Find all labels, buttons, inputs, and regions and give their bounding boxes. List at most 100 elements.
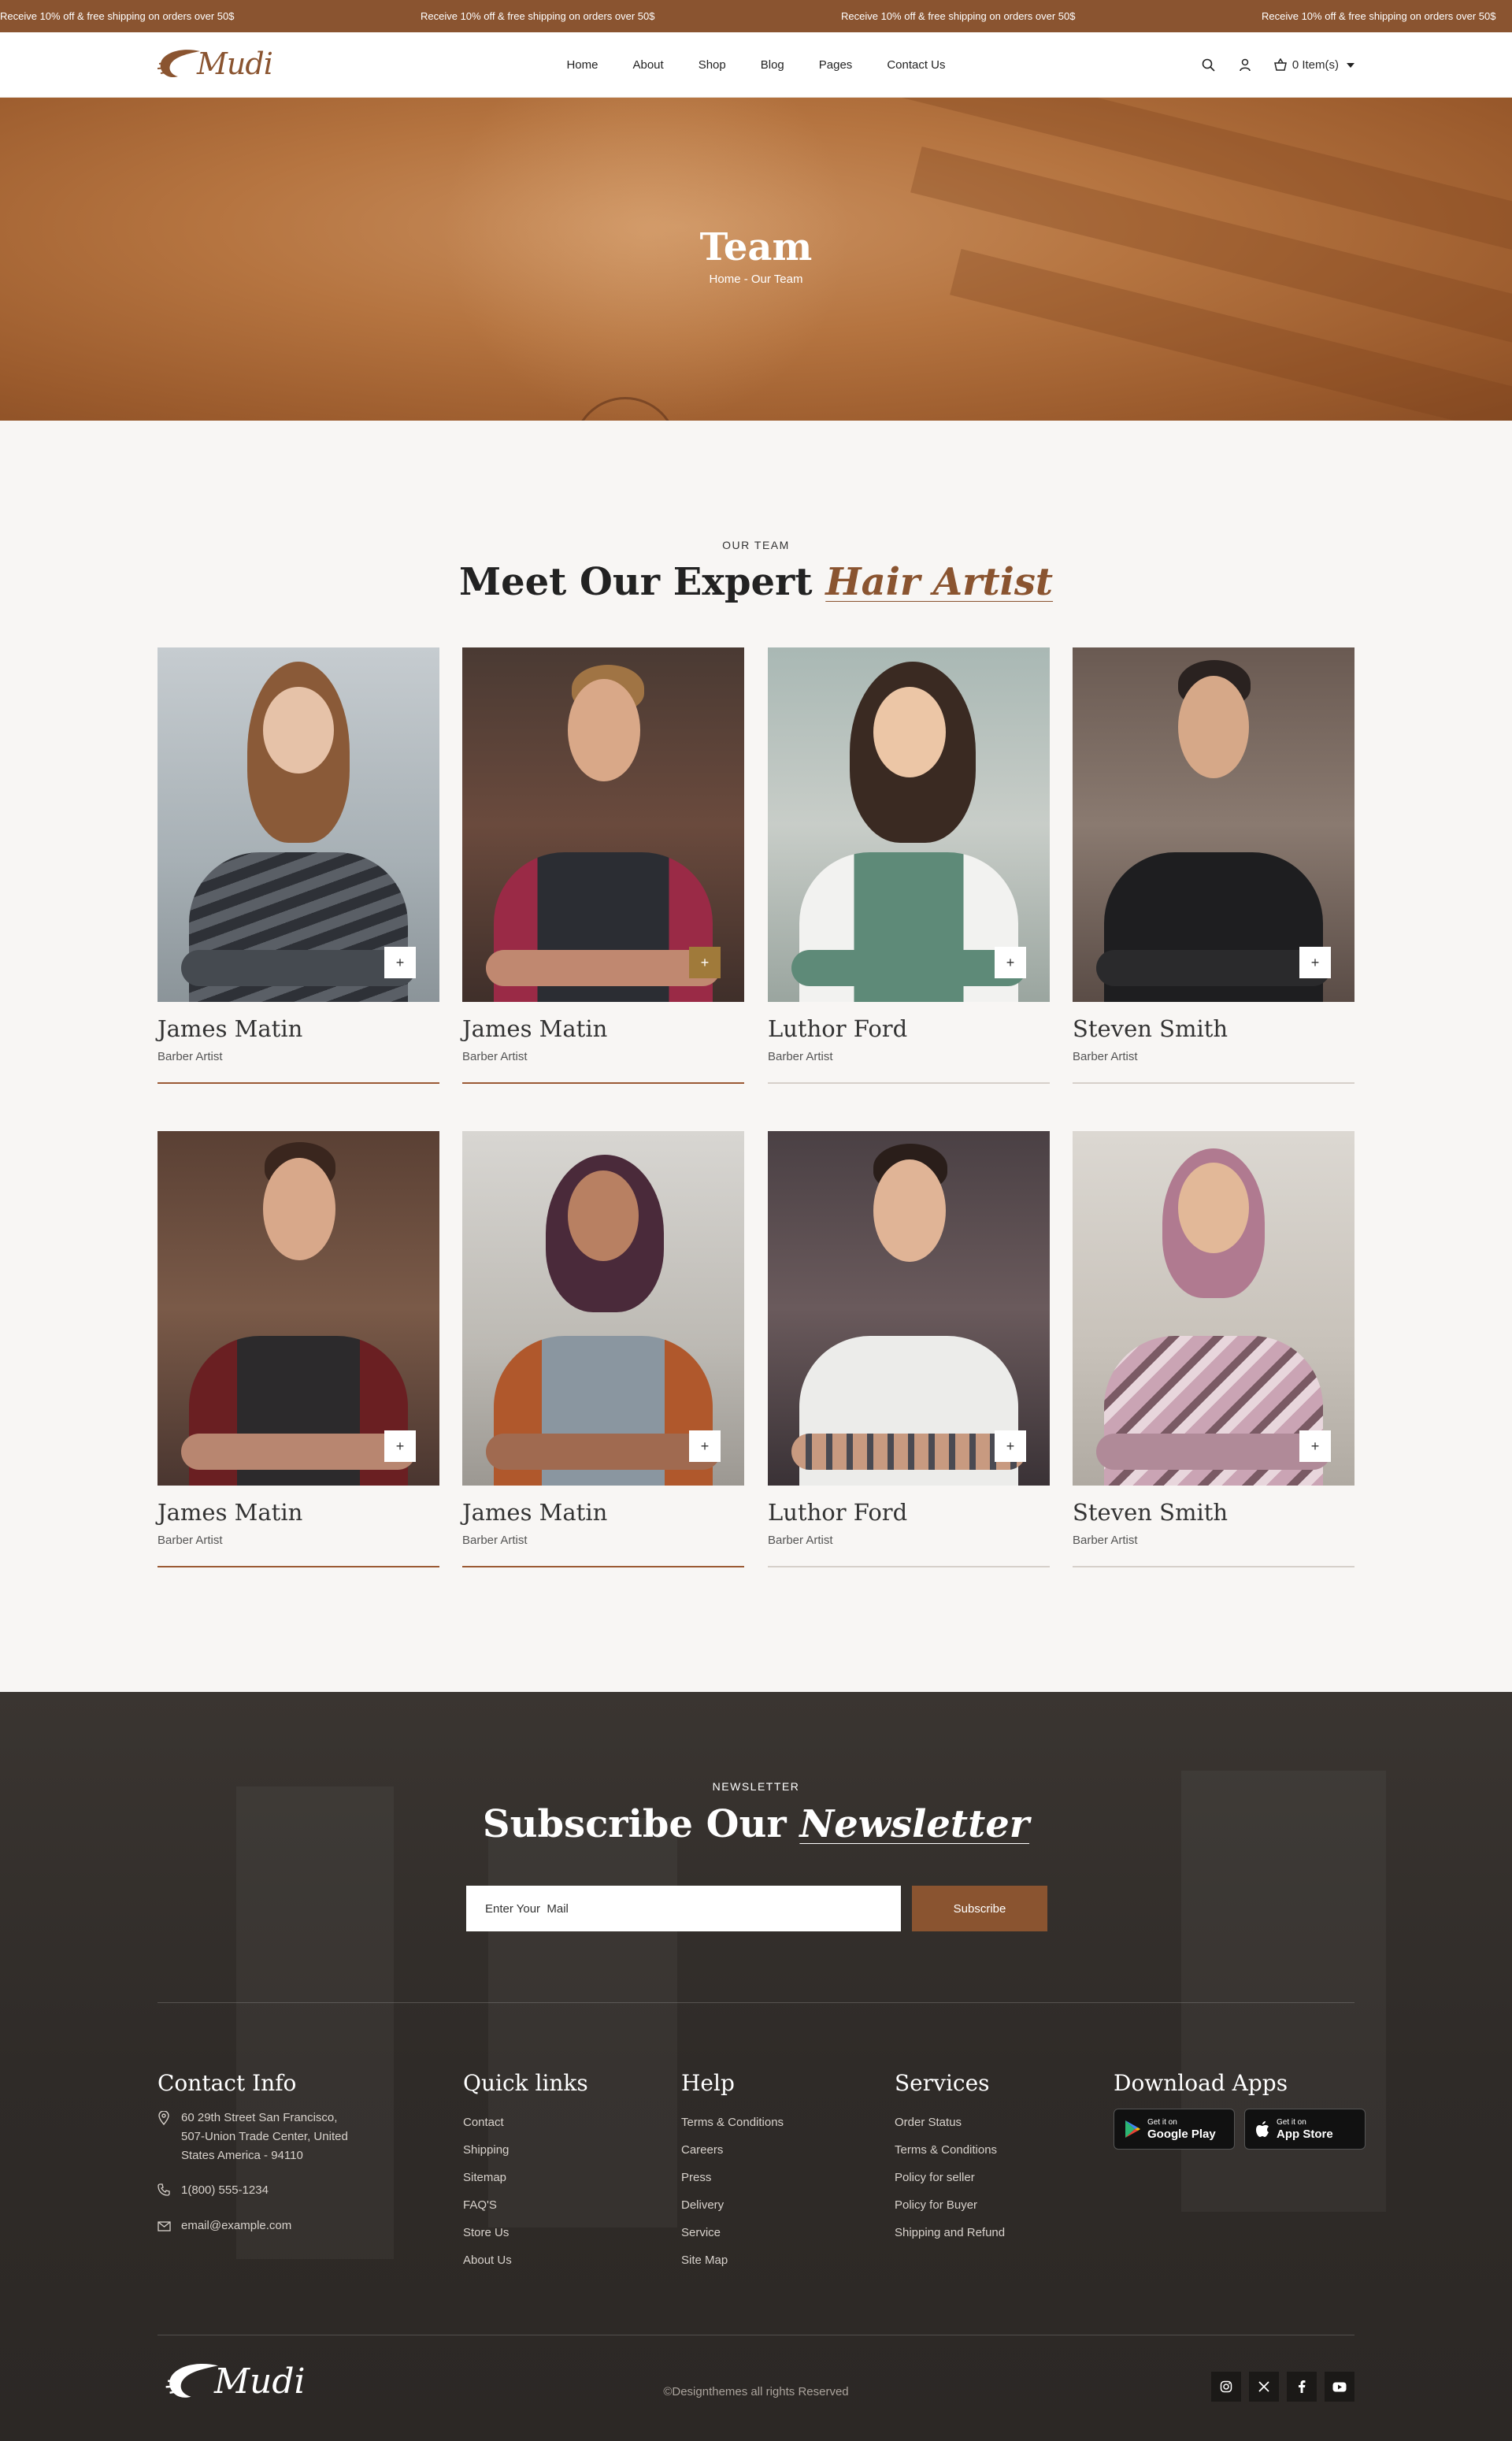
team-member-photo: + bbox=[768, 1131, 1050, 1486]
newsletter-title: Subscribe Our Newsletter bbox=[0, 1802, 1512, 1846]
google-play-badge[interactable]: Get it on Google Play bbox=[1114, 2109, 1235, 2150]
team-member-photo: + bbox=[768, 647, 1050, 1002]
team-more-button[interactable]: + bbox=[384, 1430, 416, 1462]
nav-home[interactable]: Home bbox=[566, 58, 598, 72]
footer-heading: Download Apps bbox=[1114, 2070, 1288, 2096]
nav-blog[interactable]: Blog bbox=[761, 58, 784, 72]
announcement-text: Receive 10% off & free shipping on order… bbox=[0, 10, 235, 22]
team-card[interactable]: + James Matin Barber Artist bbox=[462, 1131, 744, 1567]
newsletter-title-main: Subscribe Our bbox=[482, 1802, 787, 1846]
location-pin-icon bbox=[158, 2109, 172, 2165]
nav-contact-us[interactable]: Contact Us bbox=[887, 58, 945, 72]
badge-small-text: Get it on bbox=[1277, 2117, 1306, 2127]
footer-link-about-us[interactable]: About Us bbox=[463, 2246, 588, 2274]
team-member-role: Barber Artist bbox=[768, 1050, 833, 1063]
instagram-icon[interactable] bbox=[1211, 2372, 1241, 2402]
search-icon[interactable] bbox=[1201, 58, 1217, 73]
site-header: Mudi Home About Shop Blog Pages Contact … bbox=[0, 32, 1512, 98]
team-more-button[interactable]: + bbox=[689, 947, 721, 978]
team-more-button[interactable]: + bbox=[689, 1430, 721, 1462]
contact-phone[interactable]: 1(800) 555-1234 bbox=[158, 2181, 417, 2202]
team-member-role: Barber Artist bbox=[768, 1534, 833, 1547]
team-more-button[interactable]: + bbox=[1299, 1430, 1331, 1462]
team-card[interactable]: + James Matin Barber Artist bbox=[158, 1131, 439, 1567]
announcement-text: Receive 10% off & free shipping on order… bbox=[841, 10, 1076, 22]
card-divider bbox=[1073, 1082, 1354, 1084]
footer-link-delivery[interactable]: Delivery bbox=[681, 2191, 784, 2219]
team-card[interactable]: + James Matin Barber Artist bbox=[158, 647, 439, 1084]
phone-icon bbox=[158, 2181, 172, 2202]
chevron-down-icon bbox=[1347, 62, 1354, 68]
footer-link-store-us[interactable]: Store Us bbox=[463, 2219, 588, 2246]
team-member-name: James Matin bbox=[158, 1499, 303, 1526]
cart-button[interactable]: 0 Item(s) bbox=[1273, 58, 1354, 72]
announcement-bar: Receive 10% off & free shipping on order… bbox=[0, 0, 1512, 32]
team-card[interactable]: + Luthor Ford Barber Artist bbox=[768, 1131, 1050, 1567]
footer-link-order-status[interactable]: Order Status bbox=[895, 2109, 1005, 2136]
team-card[interactable]: + James Matin Barber Artist bbox=[462, 647, 744, 1084]
footer-link-shipping[interactable]: Shipping bbox=[463, 2136, 588, 2164]
newsletter-email-input[interactable] bbox=[466, 1886, 901, 1931]
team-member-name: James Matin bbox=[158, 1015, 303, 1042]
team-card[interactable]: + Steven Smith Barber Artist bbox=[1073, 647, 1354, 1084]
team-more-button[interactable]: + bbox=[995, 1430, 1026, 1462]
team-more-button[interactable]: + bbox=[1299, 947, 1331, 978]
subscribe-button[interactable]: Subscribe bbox=[912, 1886, 1047, 1931]
card-divider bbox=[158, 1566, 439, 1567]
badge-big-text: App Store bbox=[1277, 2127, 1333, 2141]
facebook-icon[interactable] bbox=[1287, 2372, 1317, 2402]
team-member-photo: + bbox=[1073, 647, 1354, 1002]
nav-shop[interactable]: Shop bbox=[699, 58, 726, 72]
card-divider bbox=[1073, 1566, 1354, 1567]
user-icon[interactable] bbox=[1237, 58, 1253, 73]
mail-icon bbox=[158, 2217, 172, 2238]
card-divider bbox=[158, 1082, 439, 1084]
footer-link-faqs[interactable]: FAQ'S bbox=[463, 2191, 588, 2219]
team-card[interactable]: + Luthor Ford Barber Artist bbox=[768, 647, 1050, 1084]
section-eyebrow: OUR TEAM bbox=[722, 539, 790, 551]
social-links bbox=[1211, 2372, 1354, 2402]
footer-link-terms[interactable]: Terms & Conditions bbox=[895, 2136, 1005, 2164]
team-section: OUR TEAM Meet Our Expert Hair Artist + J… bbox=[0, 421, 1512, 1692]
team-more-button[interactable]: + bbox=[384, 947, 416, 978]
x-icon[interactable] bbox=[1249, 2372, 1279, 2402]
contact-email[interactable]: email@example.com bbox=[158, 2217, 417, 2238]
team-card[interactable]: + Steven Smith Barber Artist bbox=[1073, 1131, 1354, 1567]
team-member-name: Luthor Ford bbox=[768, 1499, 908, 1526]
footer-quick-links-column: Quick links Contact Shipping Sitemap FAQ… bbox=[463, 2070, 588, 2274]
footer-heading: Quick links bbox=[463, 2070, 588, 2096]
badge-small-text: Get it on bbox=[1147, 2117, 1177, 2127]
section-title-main: Meet Our Expert bbox=[458, 560, 813, 604]
apple-icon bbox=[1256, 2121, 1269, 2137]
header-tools: 0 Item(s) bbox=[1201, 32, 1354, 98]
nav-about[interactable]: About bbox=[632, 58, 663, 72]
app-store-badge[interactable]: Get it on App Store bbox=[1244, 2109, 1366, 2150]
team-member-role: Barber Artist bbox=[1073, 1050, 1138, 1063]
footer-link-shipping-refund[interactable]: Shipping and Refund bbox=[895, 2219, 1005, 2246]
footer-link-buyer-policy[interactable]: Policy for Buyer bbox=[895, 2191, 1005, 2219]
footer-link-terms[interactable]: Terms & Conditions bbox=[681, 2109, 784, 2136]
announcement-text: Receive 10% off & free shipping on order… bbox=[421, 10, 655, 22]
footer-link-service[interactable]: Service bbox=[681, 2219, 784, 2246]
nav-pages[interactable]: Pages bbox=[819, 58, 853, 72]
footer-link-contact[interactable]: Contact bbox=[463, 2109, 588, 2136]
team-more-button[interactable]: + bbox=[995, 947, 1026, 978]
email-address: email@example.com bbox=[181, 2219, 292, 2232]
footer-heading: Help bbox=[681, 2070, 735, 2096]
team-member-name: James Matin bbox=[462, 1499, 608, 1526]
card-divider bbox=[768, 1082, 1050, 1084]
section-title-accent: Hair Artist bbox=[825, 560, 1054, 604]
team-member-role: Barber Artist bbox=[462, 1534, 528, 1547]
footer-link-press[interactable]: Press bbox=[681, 2164, 784, 2191]
footer-link-careers[interactable]: Careers bbox=[681, 2136, 784, 2164]
footer-link-sitemap[interactable]: Sitemap bbox=[463, 2164, 588, 2191]
card-divider bbox=[462, 1082, 744, 1084]
youtube-icon[interactable] bbox=[1325, 2372, 1354, 2402]
google-play-icon bbox=[1125, 2120, 1140, 2138]
site-footer: NEWSLETTER Subscribe Our Newsletter Subs… bbox=[0, 1692, 1512, 2441]
card-divider bbox=[768, 1566, 1050, 1567]
footer-link-seller-policy[interactable]: Policy for seller bbox=[895, 2164, 1005, 2191]
footer-link-site-map[interactable]: Site Map bbox=[681, 2246, 784, 2274]
breadcrumb: Home - Our Team bbox=[709, 273, 803, 286]
newsletter-title-accent: Newsletter bbox=[799, 1802, 1030, 1846]
